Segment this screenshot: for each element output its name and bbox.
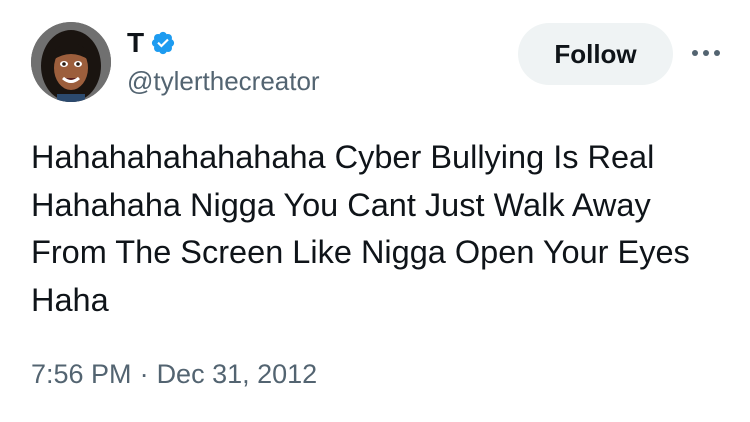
more-options-button[interactable]: [686, 38, 726, 68]
tweet-card: T @tylerthecreator Follow Hahahahahahaha…: [0, 0, 750, 422]
author-name-row: T: [127, 26, 176, 60]
author-handle[interactable]: @tylerthecreator: [127, 64, 320, 98]
follow-button[interactable]: Follow: [518, 23, 673, 85]
tweet-text: Hahahahahahahaha Cyber Bullying Is Real …: [31, 139, 690, 318]
tweet-timestamp[interactable]: 7:56 PM · Dec 31, 2012: [31, 356, 317, 392]
tweet-date: Dec 31, 2012: [156, 359, 318, 389]
tweet-time: 7:56 PM: [31, 359, 132, 389]
more-horizontal-icon: [692, 50, 720, 56]
verified-badge-icon: [150, 30, 176, 56]
timestamp-separator: ·: [139, 359, 149, 389]
avatar[interactable]: [31, 22, 111, 102]
avatar-image: [31, 22, 111, 102]
display-name[interactable]: T: [127, 26, 144, 60]
